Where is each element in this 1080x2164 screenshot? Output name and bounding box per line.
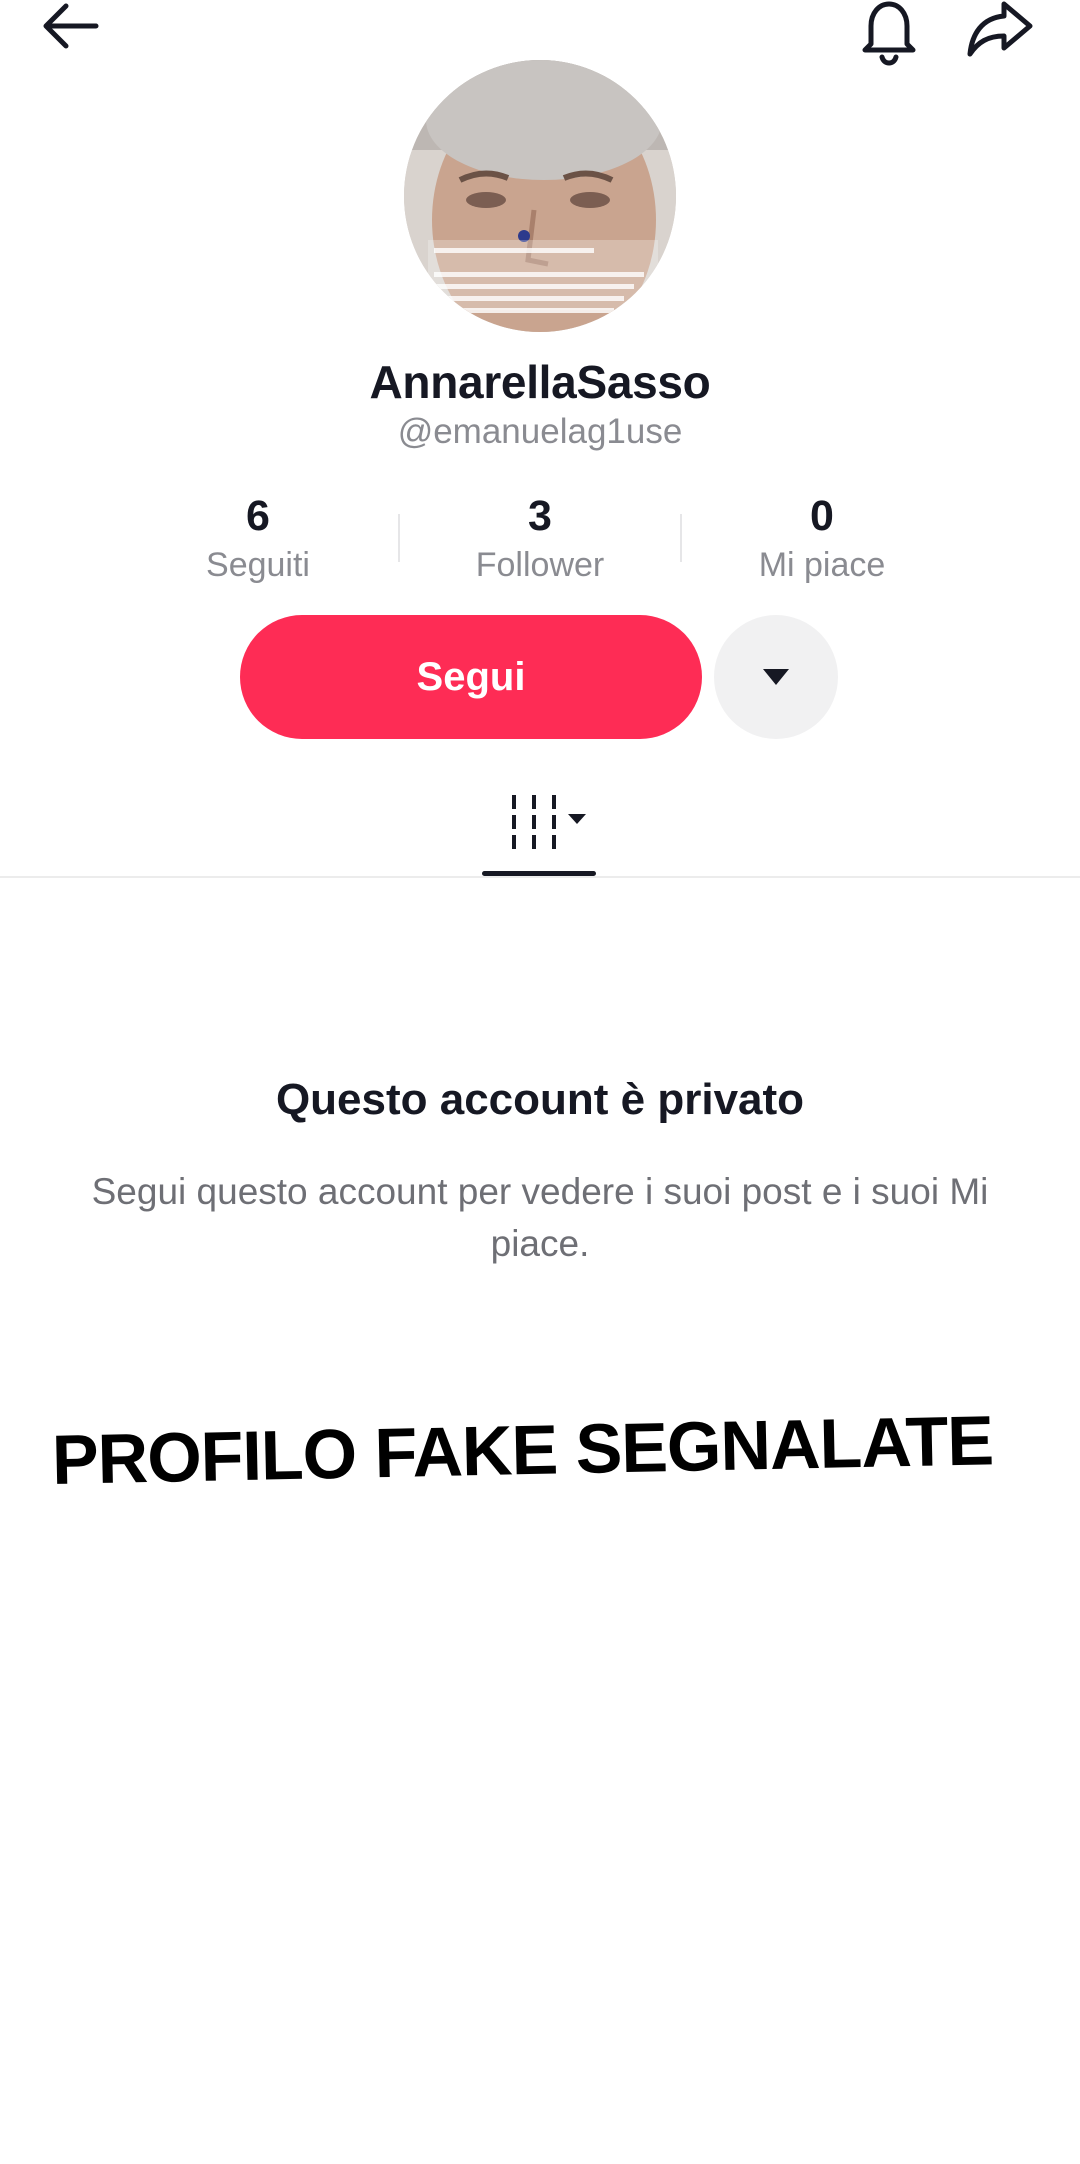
- stat-likes-label: Mi piace: [758, 546, 886, 584]
- follow-button[interactable]: Segui: [240, 615, 702, 739]
- tab-videos[interactable]: [482, 770, 596, 878]
- suggested-accounts-button[interactable]: [714, 615, 838, 739]
- bell-icon[interactable]: [856, 0, 922, 66]
- stat-following-label: Seguiti: [206, 546, 310, 584]
- private-account-title: Questo account è privato: [275, 1075, 805, 1124]
- profile-stats: 6 Seguiti 3 Follower 0 Mi piace: [0, 490, 1080, 590]
- username: @emanuelag1use: [397, 412, 683, 451]
- tab-separator: [0, 876, 1080, 878]
- stat-following[interactable]: 6 Seguiti: [138, 490, 378, 588]
- stat-followers[interactable]: 3 Follower: [420, 490, 660, 588]
- stat-likes-value: 0: [810, 492, 834, 540]
- share-arrow-icon[interactable]: [964, 0, 1036, 60]
- stat-divider: [680, 514, 682, 562]
- stat-following-value: 6: [246, 492, 270, 540]
- private-account-description: Segui questo account per vedere i suoi p…: [91, 1171, 989, 1264]
- arrow-left-icon[interactable]: [40, 0, 110, 56]
- triangle-down-icon: [763, 669, 789, 685]
- stat-likes: 0 Mi piace: [702, 490, 942, 588]
- stat-followers-value: 3: [528, 492, 552, 540]
- grid-videos-icon: [512, 795, 586, 849]
- overlay-caption: PROFILO FAKE SEGNALATE: [51, 1401, 994, 1499]
- stat-divider: [398, 514, 400, 562]
- display-name: AnnarellaSasso: [369, 356, 711, 408]
- profile-tabs: [0, 770, 1080, 878]
- stat-followers-label: Follower: [475, 546, 605, 584]
- profile-avatar[interactable]: [404, 60, 676, 332]
